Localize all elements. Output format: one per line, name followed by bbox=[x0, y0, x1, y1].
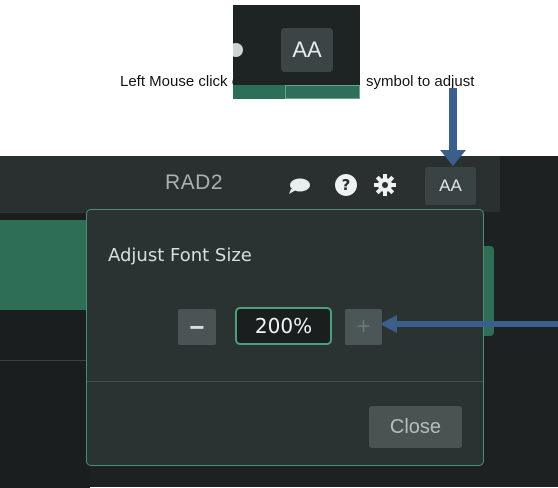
popover-title: Adjust Font Size bbox=[108, 245, 252, 266]
font-size-icon: AA bbox=[281, 28, 333, 72]
user-label: RAD2 bbox=[165, 171, 224, 194]
decrease-font-button[interactable]: − bbox=[178, 309, 216, 345]
button-thumbnail: AA bbox=[233, 5, 360, 99]
font-size-value: 200% bbox=[235, 307, 332, 345]
help-icon[interactable]: ? bbox=[334, 173, 358, 197]
selected-row-highlight bbox=[0, 220, 92, 310]
popover-divider bbox=[87, 381, 483, 382]
font-size-icon-label: AA bbox=[292, 37, 322, 62]
plus-icon: + bbox=[356, 313, 371, 340]
arrow-down-icon bbox=[449, 88, 457, 158]
chat-icon[interactable] bbox=[287, 178, 311, 194]
arrow-left-head-icon bbox=[380, 315, 397, 333]
svg-text:?: ? bbox=[342, 176, 351, 194]
font-size-button[interactable]: AA bbox=[425, 167, 476, 205]
instruction-text-end: symbol to adjust bbox=[366, 73, 475, 90]
row-divider bbox=[0, 360, 90, 361]
thumbnail-bar-highlight bbox=[285, 85, 360, 99]
font-size-popover: Adjust Font Size − 200% + Close bbox=[86, 209, 484, 466]
font-size-icon: AA bbox=[439, 176, 462, 195]
gear-icon[interactable] bbox=[373, 173, 397, 197]
arrow-down-head-icon bbox=[440, 150, 466, 166]
close-button[interactable]: Close bbox=[369, 406, 462, 448]
minus-icon: − bbox=[189, 311, 205, 342]
arrow-left-icon bbox=[395, 321, 558, 327]
gear-icon bbox=[233, 43, 243, 57]
increase-font-button[interactable]: + bbox=[345, 309, 382, 345]
